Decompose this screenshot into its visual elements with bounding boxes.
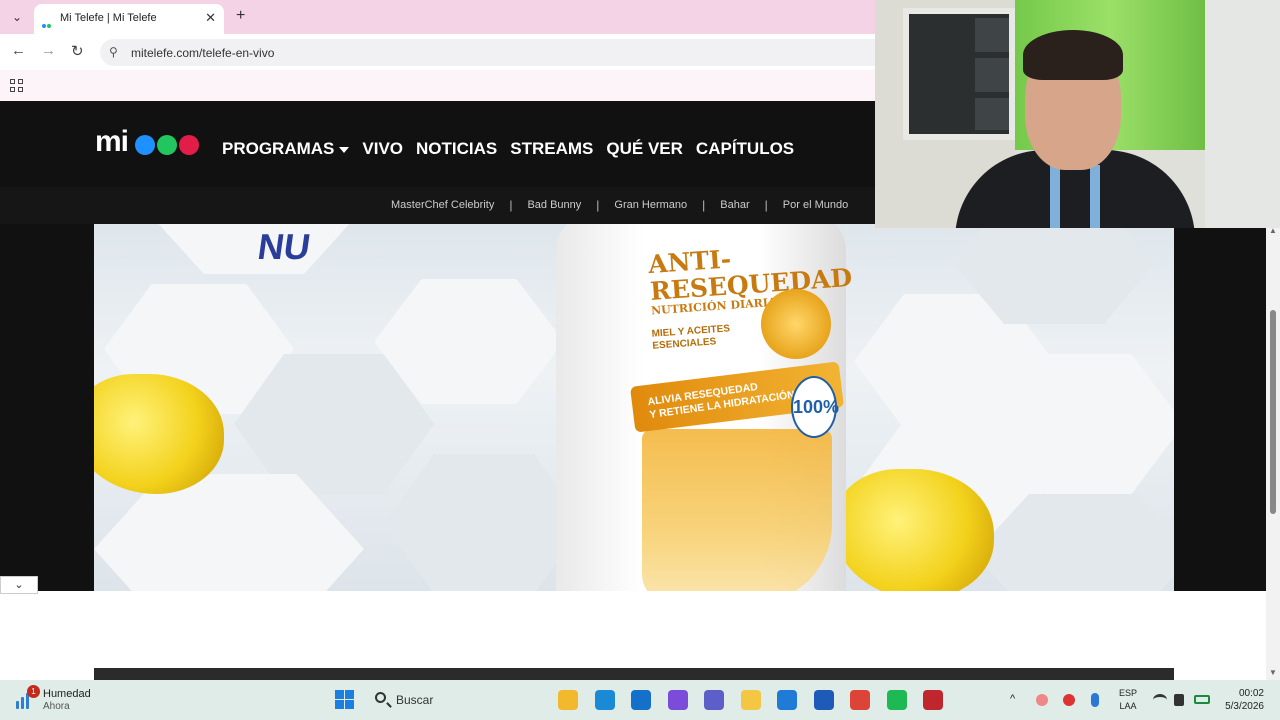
edge-icon[interactable] [595, 690, 615, 710]
system-clock[interactable]: 00:02 5/3/2026 [1222, 687, 1264, 713]
bottle-seal: 100% [791, 376, 839, 438]
bottle-ingredients: MIEL Y ACEITES ESENCIALES [651, 323, 731, 352]
weather-subtitle: Ahora [43, 701, 70, 712]
subnav-item-masterchef[interactable]: MasterChef Celebrity [391, 199, 494, 211]
reload-icon[interactable]: ↻ [71, 42, 84, 60]
chevron-down-icon [339, 146, 350, 153]
nav-programas[interactable]: PROGRAMAS [222, 139, 350, 159]
subnav-separator: | [509, 198, 513, 212]
webcam-right-wall [1205, 0, 1280, 228]
mail-icon[interactable] [631, 690, 651, 710]
windows-start-icon[interactable] [335, 690, 355, 710]
main-nav: PROGRAMAS VIVO NOTICIAS STREAMS QUÉ VER … [222, 139, 794, 159]
subnav-separator: | [702, 198, 706, 212]
logo-text: mi [95, 125, 129, 158]
hexagon-tile [384, 454, 584, 591]
nav-vivo[interactable]: VIVO [362, 139, 403, 159]
back-icon[interactable]: ← [11, 42, 26, 59]
bottle-title: ANTI- RESEQUEDAD [647, 237, 853, 306]
tray-overflow-icon[interactable]: ^ [1010, 693, 1015, 720]
scrollbar-thumb[interactable] [1270, 310, 1276, 514]
honey-drip [642, 429, 832, 591]
bottle-honeycomb-graphic [761, 289, 831, 359]
apps-grid-icon[interactable] [10, 79, 23, 92]
lang-line2: LAA [1119, 701, 1137, 711]
file-explorer-icon[interactable] [558, 690, 578, 710]
tray-app-icon[interactable] [1036, 694, 1048, 706]
logo-dot-red [179, 135, 199, 155]
nav-que-ver[interactable]: QUÉ VER [606, 139, 683, 159]
new-tab-icon[interactable]: + [236, 7, 245, 25]
copilot-icon[interactable] [668, 690, 688, 710]
word-icon[interactable] [814, 690, 834, 710]
subnav-item-por-el-mundo[interactable]: Por el Mundo [783, 199, 848, 211]
nav-noticias[interactable]: NOTICIAS [416, 139, 497, 159]
search-label: Buscar [396, 693, 434, 707]
forward-icon[interactable]: → [41, 42, 56, 59]
ad-corner-text: NU [255, 226, 313, 267]
subnav-separator: | [596, 198, 600, 212]
left-gutter [0, 224, 94, 591]
live-video-player[interactable]: NU ANTI- RESEQUEDAD NUTRICIÓN DIARIA MIE… [94, 224, 1174, 591]
battery-icon[interactable] [1194, 695, 1210, 704]
collapse-toggle[interactable]: ⌄ [0, 576, 38, 594]
webcam-window [903, 8, 1015, 140]
clock-date: 5/3/2026 [1225, 701, 1264, 712]
subnav-item-gran-hermano[interactable]: Gran Hermano [614, 199, 687, 211]
volume-icon[interactable] [1174, 694, 1184, 706]
tray-app-icon[interactable] [1063, 694, 1075, 706]
record-icon[interactable] [923, 690, 943, 710]
page-content-area [0, 591, 1266, 668]
webcam-overlay [875, 0, 1280, 228]
address-bar[interactable]: ⚲ mitelefe.com/telefe-en-vivo [100, 39, 900, 66]
store-icon[interactable] [777, 690, 797, 710]
subnav-separator: | [764, 198, 768, 212]
lang-line1: ESP [1119, 688, 1138, 698]
spotify-icon[interactable] [887, 690, 907, 710]
tab-search-dropdown-icon[interactable]: ⌄ [8, 8, 26, 26]
logo-dot-green [157, 135, 177, 155]
browser-tab[interactable]: Mi Telefe | Mi Telefe ✕ [34, 4, 224, 46]
close-tab-icon[interactable]: ✕ [205, 10, 216, 26]
weather-badge: 1 [27, 685, 40, 698]
wifi-icon[interactable] [1153, 694, 1167, 706]
language-indicator[interactable]: ESP LAA [1119, 687, 1137, 713]
subnav-item-bahar[interactable]: Bahar [720, 199, 749, 211]
jersey-stripe [1050, 165, 1060, 228]
weather-title: Humedad [43, 688, 91, 700]
scroll-down-icon[interactable]: ▼ [1269, 668, 1277, 677]
webcam-person-hair [1023, 30, 1123, 80]
microphone-icon[interactable] [1091, 693, 1099, 707]
jersey-stripe [1090, 165, 1100, 228]
folder-icon[interactable] [741, 690, 761, 710]
subnav-item-bad-bunny[interactable]: Bad Bunny [527, 199, 581, 211]
chrome-icon[interactable] [850, 690, 870, 710]
nav-programas-label: PROGRAMAS [222, 139, 335, 158]
url-text[interactable]: mitelefe.com/telefe-en-vivo [131, 46, 274, 60]
next-section-strip [94, 668, 1174, 680]
hexagon-tile [154, 224, 354, 274]
lotion-bottle: ANTI- RESEQUEDAD NUTRICIÓN DIARIA MIEL Y… [556, 224, 853, 591]
site-info-icon[interactable]: ⚲ [109, 45, 118, 59]
logo-dot-blue [135, 135, 155, 155]
search-icon [375, 692, 386, 703]
honeycomb-piece [834, 469, 994, 591]
page-scrollbar[interactable]: ▲ ▼ [1266, 224, 1280, 680]
subnav-items: MasterChef Celebrity | Bad Bunny | Gran … [391, 198, 848, 212]
windows-taskbar: 1 Humedad Ahora Buscar ^ ESP LAA 00:02 5… [0, 680, 1280, 720]
right-gutter [1174, 224, 1266, 591]
screen: ⌄ Mi Telefe | Mi Telefe ✕ + ← → ↻ ⚲ mite… [0, 0, 1280, 720]
nav-streams[interactable]: STREAMS [510, 139, 593, 159]
clock-time: 00:02 [1238, 688, 1264, 699]
nav-capitulos[interactable]: CAPÍTULOS [696, 139, 794, 159]
chevron-down-icon: ⌄ [14, 579, 24, 591]
tab-title: Mi Telefe | Mi Telefe [60, 12, 157, 24]
telefe-favicon-icon [42, 15, 56, 46]
weather-widget[interactable]: 1 Humedad Ahora [14, 685, 114, 715]
teams-icon[interactable] [704, 690, 724, 710]
